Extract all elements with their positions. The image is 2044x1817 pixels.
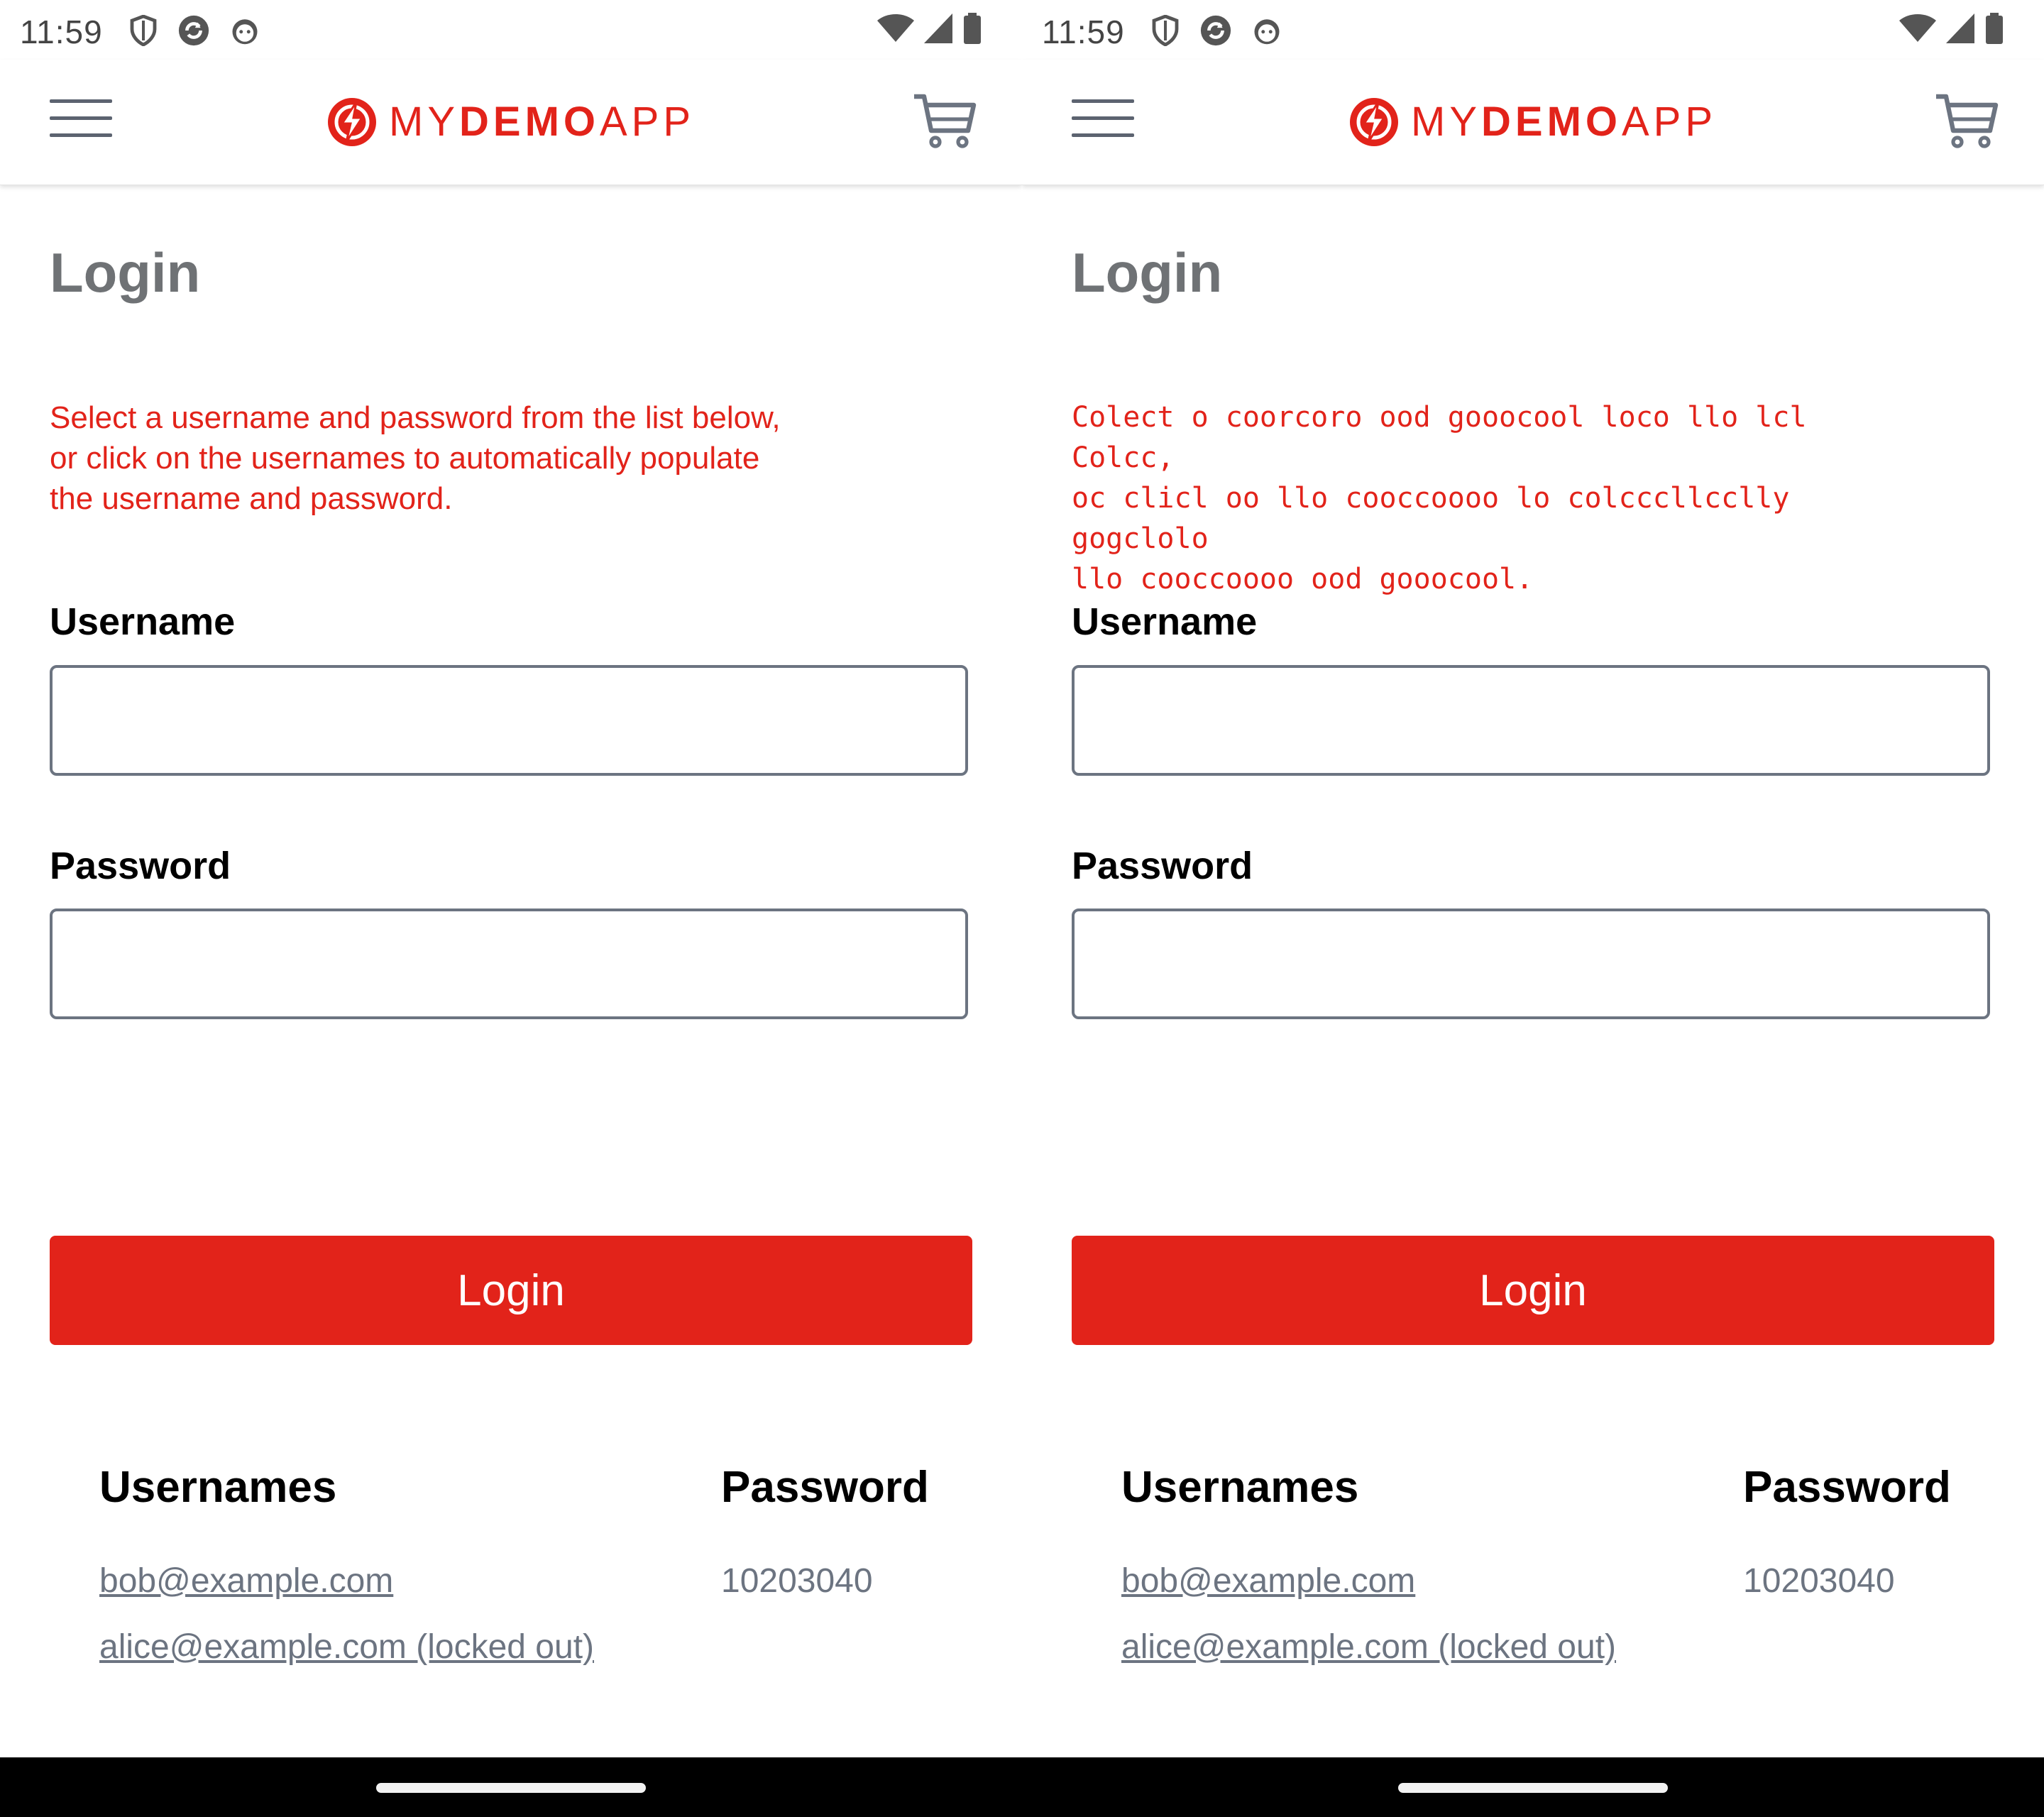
password-header: Password (1743, 1463, 1951, 1512)
password-label: Password (50, 845, 231, 887)
lightning-logo-icon (1350, 98, 1398, 146)
signal-icon (1946, 13, 1974, 43)
password-input[interactable] (1072, 908, 1990, 1019)
usernames-header: Usernames (99, 1463, 337, 1512)
comparison-stage: 11:59 MYDEMOAPP Login Select a username … (0, 0, 2044, 1817)
password-value: 10203040 (721, 1562, 873, 1600)
app-logo: MYDEMOAPP (1348, 97, 1717, 148)
login-instructions: Select a username and password from the … (50, 397, 901, 519)
password-label: Password (1072, 845, 1253, 887)
instructions-line: or click on the usernames to automatical… (50, 441, 760, 476)
username-link-bob[interactable]: bob@example.com (1121, 1561, 1415, 1601)
password-value: 10203040 (1743, 1562, 1895, 1600)
right-screen: 11:59 MYDEMOAPP Login Colect o coorcoro … (1022, 0, 2044, 1817)
username-link-alice[interactable]: alice@example.com (locked out) (99, 1627, 594, 1667)
username-input[interactable] (1072, 665, 1990, 776)
sync-icon (1200, 15, 1231, 46)
hamburger-menu-icon[interactable] (50, 99, 112, 139)
app-header: MYDEMOAPP (0, 60, 1022, 185)
wifi-icon (1899, 14, 1936, 42)
instructions-line: oc clicl oo llo cooccoooo lo colcccllccl… (1072, 482, 1790, 555)
status-time: 11:59 (20, 13, 103, 50)
app-logo: MYDEMOAPP (326, 97, 695, 148)
logo-text: MYDEMOAPP (389, 99, 696, 145)
android-face-icon (1254, 19, 1280, 45)
wifi-icon (877, 14, 914, 42)
cart-icon[interactable] (911, 88, 979, 156)
status-time: 11:59 (1042, 13, 1125, 50)
username-label: Username (1072, 600, 1258, 643)
home-indicator[interactable] (1398, 1783, 1668, 1793)
login-button[interactable]: Login (50, 1236, 972, 1345)
status-bar: 11:59 (0, 0, 1022, 60)
instructions-line: the username and password. (50, 481, 453, 516)
shield-icon (1152, 15, 1179, 46)
left-screen: 11:59 MYDEMOAPP Login Select a username … (0, 0, 1022, 1817)
app-header: MYDEMOAPP (1022, 60, 2044, 185)
status-icons-right (877, 13, 981, 44)
instructions-line: Colect o coorcoro ood gooocool loco llo … (1072, 401, 1807, 474)
signal-icon (924, 13, 952, 43)
hamburger-menu-icon[interactable] (1072, 99, 1134, 139)
battery-icon (1986, 13, 2003, 44)
status-icons-right (1899, 13, 2003, 44)
login-instructions: Colect o coorcoro ood gooocool loco llo … (1072, 397, 1923, 600)
username-label: Username (50, 600, 236, 643)
login-button[interactable]: Login (1072, 1236, 1994, 1345)
lightning-logo-icon (328, 98, 376, 146)
cart-icon[interactable] (1933, 88, 2001, 156)
status-bar: 11:59 (1022, 0, 2044, 60)
password-input[interactable] (50, 908, 968, 1019)
sync-icon (178, 15, 209, 46)
shield-icon (130, 15, 157, 46)
status-icons-left (1151, 14, 1282, 47)
android-face-icon (232, 19, 258, 45)
usernames-header: Usernames (1121, 1463, 1359, 1512)
username-link-alice[interactable]: alice@example.com (locked out) (1121, 1627, 1616, 1667)
home-indicator[interactable] (376, 1783, 646, 1793)
instructions-line: llo cooccoooo ood gooocool. (1072, 563, 1534, 595)
instructions-line: Select a username and password from the … (50, 400, 781, 435)
logo-text: MYDEMOAPP (1411, 99, 1718, 145)
password-header: Password (721, 1463, 929, 1512)
status-icons-left (129, 14, 260, 47)
page-title: Login (1072, 241, 1223, 304)
battery-icon (964, 13, 981, 44)
username-link-bob[interactable]: bob@example.com (99, 1561, 393, 1601)
page-title: Login (50, 241, 201, 304)
username-input[interactable] (50, 665, 968, 776)
